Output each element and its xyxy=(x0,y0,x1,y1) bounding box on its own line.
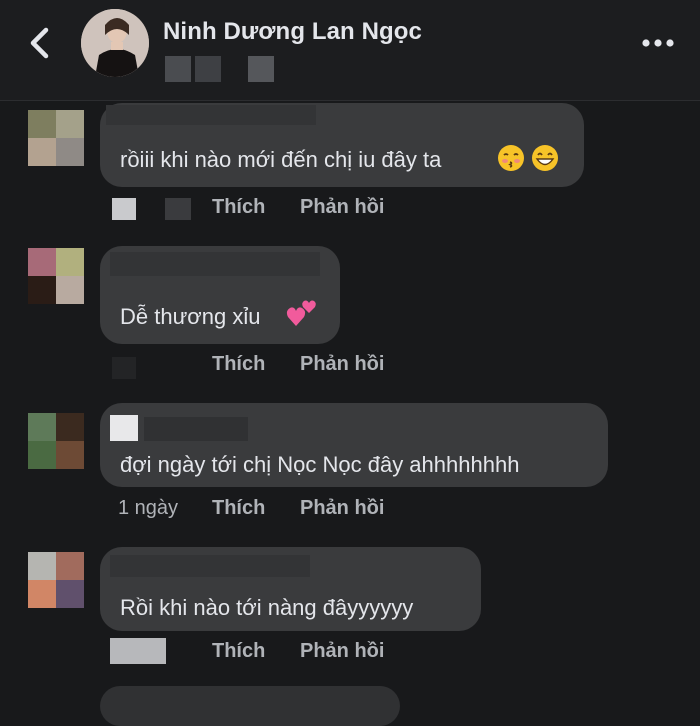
comment-text: đợi ngày tới chị Nọc Nọc đây ahhhhhhhh xyxy=(120,452,520,477)
kissing-face-emoji xyxy=(498,145,524,171)
redacted-name xyxy=(144,417,248,441)
comment-text: Rồi khi nào tới nàng đâyyyyyy xyxy=(120,595,414,620)
avatar-tile xyxy=(28,441,56,469)
comment-bubble: đợi ngày tới chị Nọc Nọc đây ahhhhhhhh xyxy=(100,403,608,487)
redacted-time xyxy=(165,198,191,220)
comment-bubble: rồiii khi nào mới đến chị iu đây ta xyxy=(100,103,584,187)
avatar-tile xyxy=(56,441,84,469)
like-button[interactable]: Thích xyxy=(212,497,265,520)
redacted-name xyxy=(110,415,138,441)
two-hearts-emoji xyxy=(286,300,316,326)
comment-bubble: Rồi khi nào tới nàng đâyyyyyy xyxy=(100,547,481,631)
commenter-avatar[interactable] xyxy=(28,248,84,304)
chevron-left-icon[interactable] xyxy=(24,24,58,62)
comment-bubble xyxy=(100,686,400,726)
redacted-info xyxy=(165,56,191,82)
redacted-name xyxy=(110,252,320,276)
grinning-face-emoji xyxy=(532,145,558,171)
avatar-tile xyxy=(28,413,56,441)
avatar-tile xyxy=(28,138,56,166)
redacted-name xyxy=(110,555,310,577)
avatar-tile xyxy=(56,248,84,276)
avatar-photo xyxy=(81,9,149,77)
reply-button[interactable]: Phản hồi xyxy=(300,640,384,663)
redacted-info xyxy=(195,56,221,82)
redacted-name xyxy=(106,105,316,125)
avatar-tile xyxy=(56,276,84,304)
avatar-tile xyxy=(28,552,56,580)
avatar-tile xyxy=(56,552,84,580)
avatar-tile xyxy=(28,276,56,304)
commenter-avatar[interactable] xyxy=(28,552,84,608)
reply-button[interactable]: Phản hồi xyxy=(300,196,384,219)
redacted-time xyxy=(112,198,136,220)
avatar-tile xyxy=(28,248,56,276)
comment-text: Dễ thương xỉu xyxy=(120,304,261,329)
page-title[interactable]: Ninh Dương Lan Ngọc xyxy=(163,18,422,46)
avatar-tile xyxy=(56,138,84,166)
like-button[interactable]: Thích xyxy=(212,353,265,376)
commenter-avatar[interactable] xyxy=(28,413,84,469)
commenter-avatar[interactable] xyxy=(28,110,84,166)
redacted-time xyxy=(112,357,136,379)
avatar-tile xyxy=(56,580,84,608)
redacted-info xyxy=(248,56,274,82)
avatar-tile xyxy=(28,110,56,138)
reply-button[interactable]: Phản hồi xyxy=(300,353,384,376)
comment-time: 1 ngày xyxy=(118,497,179,519)
avatar-tile xyxy=(28,580,56,608)
avatar-tile xyxy=(56,413,84,441)
comment-text: rồiii khi nào mới đến chị iu đây ta xyxy=(120,147,442,172)
like-button[interactable]: Thích xyxy=(212,640,265,663)
redacted-time xyxy=(110,638,166,664)
comment-bubble: Dễ thương xỉu xyxy=(100,246,340,344)
like-button[interactable]: Thích xyxy=(212,196,265,219)
avatar-tile xyxy=(56,110,84,138)
more-horizontal-icon[interactable] xyxy=(640,36,676,50)
top-bar: Ninh Dương Lan Ngọc xyxy=(0,0,700,101)
reply-button[interactable]: Phản hồi xyxy=(300,497,384,520)
page-avatar[interactable] xyxy=(81,9,149,77)
